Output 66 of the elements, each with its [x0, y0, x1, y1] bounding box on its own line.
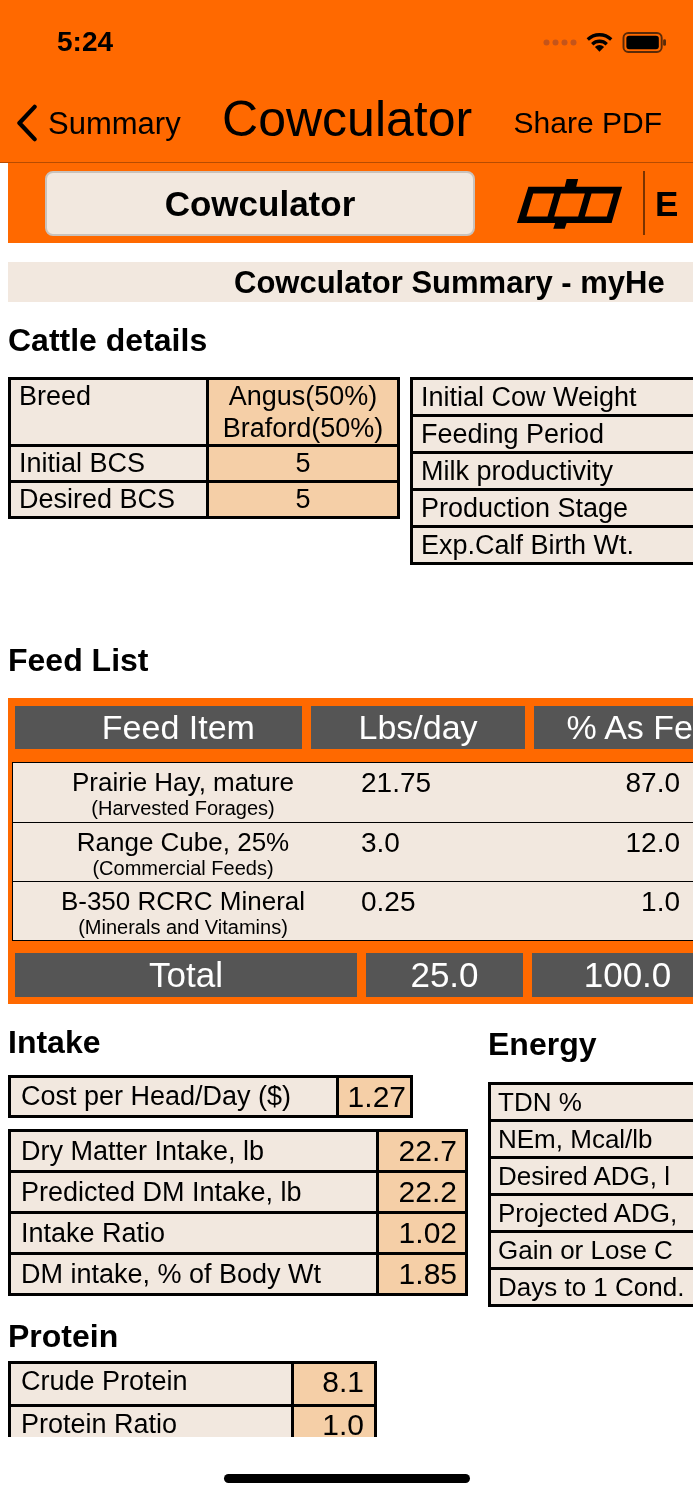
row-label: Desired BCS	[11, 483, 206, 516]
row-label: Exp.Calf Birth Wt.	[413, 528, 693, 562]
total-cell: 100.0	[532, 953, 693, 997]
section-heading: Cattle details	[8, 321, 208, 360]
signal-icon	[543, 38, 577, 46]
feed-item-category: (Commercial Feeds)	[92, 857, 274, 879]
total-cell: 25.0	[366, 953, 523, 997]
row-label: Intake Ratio	[11, 1214, 376, 1252]
logo-icon	[515, 176, 625, 230]
table-cell: 21.75	[361, 767, 432, 798]
value-cell: Angus(50%) Braford(50%)	[209, 380, 397, 444]
chevron-left-icon	[15, 104, 39, 142]
feed-item-name: Prairie Hay, mature	[72, 767, 294, 797]
row-label: NEm, Mcal/lb	[491, 1122, 693, 1156]
table-cell: 12.0	[625, 827, 680, 858]
value-cell: 1.27	[339, 1078, 410, 1115]
value-cell: 1.02	[379, 1214, 465, 1252]
column-header: Lbs/day	[310, 706, 526, 749]
column-header: % As Fe	[534, 706, 693, 749]
row-label: Dry Matter Intake, lb	[11, 1132, 376, 1170]
row-label: Production Stage	[413, 491, 693, 525]
row-label: Projected ADG,	[491, 1196, 693, 1230]
row-label: Desired ADG, l	[491, 1159, 693, 1193]
section-heading: Intake	[8, 1024, 101, 1060]
row-label: Gain or Lose C	[491, 1233, 693, 1267]
value-cell: 1.85	[379, 1255, 465, 1293]
section-heading: Feed List	[8, 641, 149, 680]
row-label: Milk productivity	[413, 454, 693, 488]
feed-item-category: (Minerals and Vitamins)	[78, 916, 288, 938]
value-cell: 22.7	[379, 1132, 465, 1170]
battery-icon	[622, 31, 667, 53]
row-label: Predicted DM Intake, lb	[11, 1173, 376, 1211]
toolbar-button[interactable]: E	[655, 185, 679, 221]
section-heading: Protein	[8, 1318, 119, 1354]
value-cell: 1.0	[294, 1407, 374, 1437]
row-label: Protein Ratio	[11, 1407, 291, 1437]
value-cell: 22.2	[379, 1173, 465, 1211]
table-cell: 0.25	[361, 886, 416, 917]
report-title: Cowculator Summary - myHe	[234, 266, 665, 298]
total-cell: Total	[15, 953, 357, 997]
row-label: DM intake, % of Body Wt	[11, 1255, 376, 1293]
value-cell: 5	[209, 483, 397, 516]
row-label: Days to 1 Cond.	[491, 1270, 693, 1304]
column-header: Feed Item	[15, 706, 302, 749]
section-heading: Energy	[488, 1026, 597, 1062]
row-label: Initial Cow Weight	[413, 380, 693, 414]
feed-item-category: (Harvested Forages)	[91, 797, 275, 819]
row-label: Breed	[11, 380, 206, 444]
row-label: TDN %	[491, 1085, 693, 1119]
row-label: Initial BCS	[11, 447, 206, 480]
table-cell: 87.0	[625, 767, 680, 798]
cowculator-button[interactable]: Cowculator	[45, 170, 475, 236]
feed-item-name: B-350 RCRC Mineral	[60, 886, 306, 916]
table-cell: 1.0	[641, 886, 680, 917]
row-label: Crude Protein	[11, 1364, 291, 1404]
table-cell: 3.0	[361, 827, 400, 858]
status-time: 5:24	[57, 28, 114, 56]
feed-item-name: Range Cube, 25%	[76, 827, 290, 857]
value-cell: 5	[209, 447, 397, 480]
nav-title: Cowculator	[222, 94, 473, 149]
wifi-icon	[586, 32, 613, 52]
back-button[interactable]: Summary	[15, 104, 181, 142]
value-cell: 8.1	[294, 1364, 374, 1404]
share-pdf-button[interactable]: Share PDF	[513, 108, 662, 138]
row-label: Feeding Period	[413, 417, 693, 451]
row-label: Cost per Head/Day ($)	[11, 1078, 336, 1115]
